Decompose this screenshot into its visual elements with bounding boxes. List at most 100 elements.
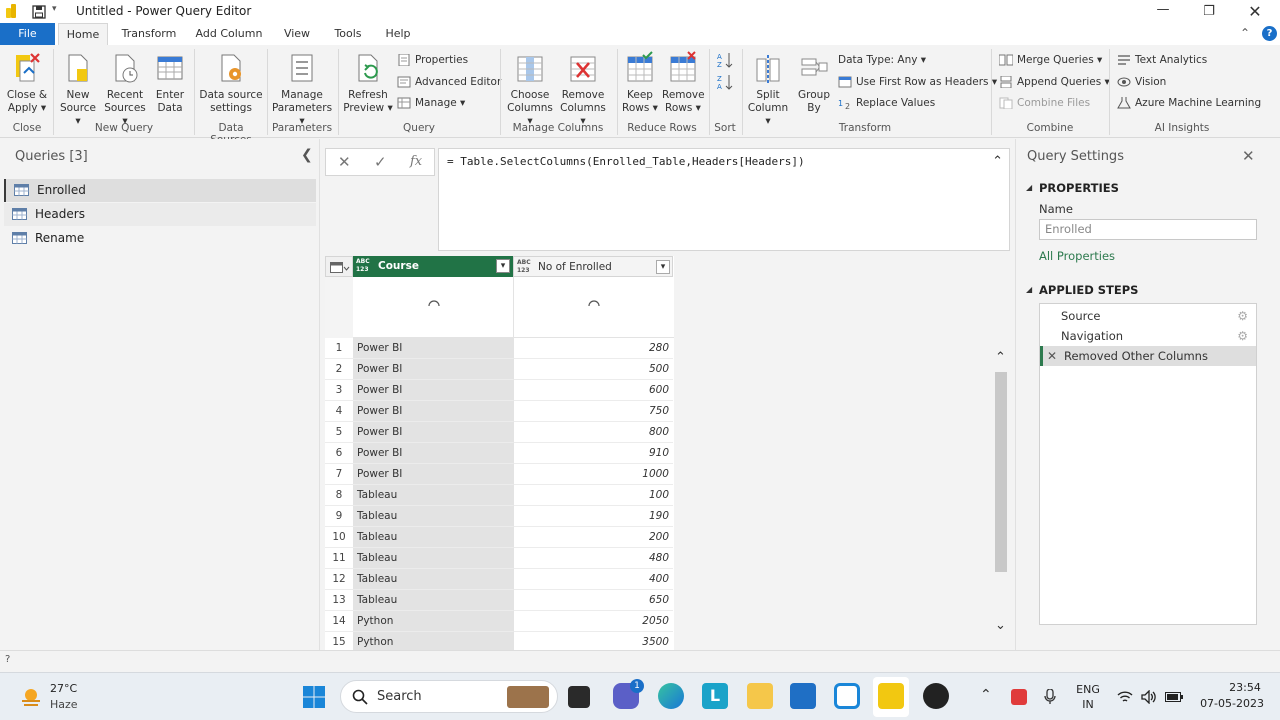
obs-recorder-icon[interactable] [923,683,949,709]
table-row[interactable]: 2 Power BI 500 [325,359,674,380]
collapse-ribbon-icon[interactable]: ⌃ [1240,26,1250,40]
scroll-down-icon[interactable]: ⌄ [995,618,1006,633]
use-first-row-headers-button[interactable]: Use First Row as Headers ▾ [838,73,997,91]
row-number[interactable]: 5 [325,422,353,443]
cell-course[interactable]: Power BI [353,443,513,464]
advanced-editor-button[interactable]: Advanced Editor [397,73,501,91]
power-bi-taskbar-button[interactable] [873,677,909,717]
properties-button[interactable]: Properties [397,51,468,69]
cell-enrolled[interactable]: 2050 [513,611,673,632]
delete-step-icon[interactable]: ✕ [1047,346,1057,366]
cell-course[interactable]: Tableau [353,548,513,569]
tab-help[interactable]: Help [382,23,414,45]
edge-browser-icon[interactable] [658,683,684,709]
cell-enrolled[interactable]: 1000 [513,464,673,485]
close-apply-button[interactable]: Close & Apply ▾ [6,51,48,115]
step-source[interactable]: Source ⚙ [1040,306,1256,326]
split-column-button[interactable]: Split Column ▾ [745,51,791,128]
table-row[interactable]: 6 Power BI 910 [325,443,674,464]
row-number[interactable]: 1 [325,338,353,359]
row-number[interactable]: 13 [325,590,353,611]
collapse-formula-icon[interactable]: ⌃ [992,154,1003,169]
tab-view[interactable]: View [280,23,314,45]
collapse-properties-icon[interactable]: ◢ [1026,183,1032,192]
table-row[interactable]: 3 Power BI 600 [325,380,674,401]
weather-haze-icon[interactable] [19,685,43,709]
recent-sources-button[interactable]: Recent Sources ▾ [101,51,149,128]
cell-course[interactable]: Python [353,611,513,632]
row-number[interactable]: 2 [325,359,353,380]
step-settings-gear-icon[interactable]: ⚙ [1237,306,1248,326]
microphone-icon[interactable] [1044,689,1056,705]
remove-columns-button[interactable]: Remove Columns ▾ [558,51,608,128]
cell-course[interactable]: Python [353,632,513,650]
table-row[interactable]: 10 Tableau 200 [325,527,674,548]
row-number[interactable]: 10 [325,527,353,548]
formula-text[interactable]: = Table.SelectColumns(Enrolled_Table,Hea… [447,155,805,168]
cell-course[interactable]: Power BI [353,359,513,380]
cell-enrolled[interactable]: 750 [513,401,673,422]
query-item-rename[interactable]: Rename [4,227,316,250]
cell-enrolled[interactable]: 400 [513,569,673,590]
remove-rows-button[interactable]: Remove Rows ▾ [662,51,705,115]
column-header-no-of-enrolled[interactable]: ABC 123 No of Enrolled ▾ [513,256,673,277]
tray-app-icon[interactable] [1011,689,1027,705]
manage-button[interactable]: Manage ▾ [397,94,465,112]
grid-vertical-scrollbar[interactable]: ⌃ ⌄ [993,350,1009,640]
row-number[interactable]: 11 [325,548,353,569]
azure-ml-button[interactable]: Azure Machine Learning [1117,94,1261,112]
row-number[interactable]: 8 [325,485,353,506]
row-number[interactable]: 6 [325,443,353,464]
tab-home[interactable]: Home [58,23,108,45]
query-item-headers[interactable]: Headers [4,203,316,226]
table-row[interactable]: 13 Tableau 650 [325,590,674,611]
cell-course[interactable]: Tableau [353,569,513,590]
microsoft-store-icon[interactable] [790,683,816,709]
battery-icon[interactable] [1165,692,1183,702]
formula-bar[interactable]: = Table.SelectColumns(Enrolled_Table,Hea… [438,148,1010,251]
table-menu-button[interactable] [325,256,353,277]
new-source-button[interactable]: New Source ▾ [58,51,98,128]
cell-course[interactable]: Power BI [353,422,513,443]
cell-enrolled[interactable]: 600 [513,380,673,401]
vision-button[interactable]: Vision [1117,73,1166,91]
language-indicator[interactable]: ENG IN [1070,682,1106,712]
sort-ascending-button[interactable]: AZ [716,51,734,69]
manage-parameters-button[interactable]: Manage Parameters ▾ [270,51,334,128]
clock-date[interactable]: 07-05-2023 [1198,697,1264,710]
group-by-button[interactable]: Group By [795,51,833,115]
data-source-settings-button[interactable]: Data source settings [199,51,263,115]
wifi-icon[interactable] [1117,690,1133,704]
cancel-formula-icon[interactable]: ✕ [338,153,351,171]
column-header-course[interactable]: ABC 123 Course ▾ [353,256,513,277]
collapse-queries-pane-icon[interactable]: ❮ [301,147,313,163]
minimize-button[interactable]: — [1140,0,1186,23]
merge-queries-button[interactable]: Merge Queries ▾ [999,51,1102,69]
row-number[interactable]: 9 [325,506,353,527]
table-row[interactable]: 5 Power BI 800 [325,422,674,443]
row-number[interactable]: 14 [325,611,353,632]
cell-enrolled[interactable]: 190 [513,506,673,527]
query-item-enrolled[interactable]: Enrolled [4,179,316,202]
step-navigation[interactable]: Navigation ⚙ [1040,326,1256,346]
cell-enrolled[interactable]: 200 [513,527,673,548]
app-l-icon[interactable]: L [702,683,728,709]
close-window-button[interactable]: ✕ [1232,0,1278,23]
start-windows-icon[interactable] [302,685,326,709]
close-settings-icon[interactable]: ✕ [1242,147,1255,165]
cell-enrolled[interactable]: 500 [513,359,673,380]
restore-button[interactable]: ❐ [1186,0,1232,23]
commit-formula-icon[interactable]: ✓ [374,153,387,171]
row-number[interactable]: 12 [325,569,353,590]
cell-enrolled[interactable]: 800 [513,422,673,443]
keep-rows-button[interactable]: Keep Rows ▾ [620,51,660,115]
show-hidden-icons-chevron-icon[interactable]: ⌃ [980,687,992,703]
step-removed-other-columns[interactable]: ✕ Removed Other Columns [1040,346,1256,366]
table-row[interactable]: 7 Power BI 1000 [325,464,674,485]
tab-tools[interactable]: Tools [330,23,366,45]
task-view-icon[interactable] [568,686,590,708]
cell-course[interactable]: Tableau [353,506,513,527]
table-row[interactable]: 14 Python 2050 [325,611,674,632]
row-number[interactable]: 3 [325,380,353,401]
cell-course[interactable]: Power BI [353,464,513,485]
